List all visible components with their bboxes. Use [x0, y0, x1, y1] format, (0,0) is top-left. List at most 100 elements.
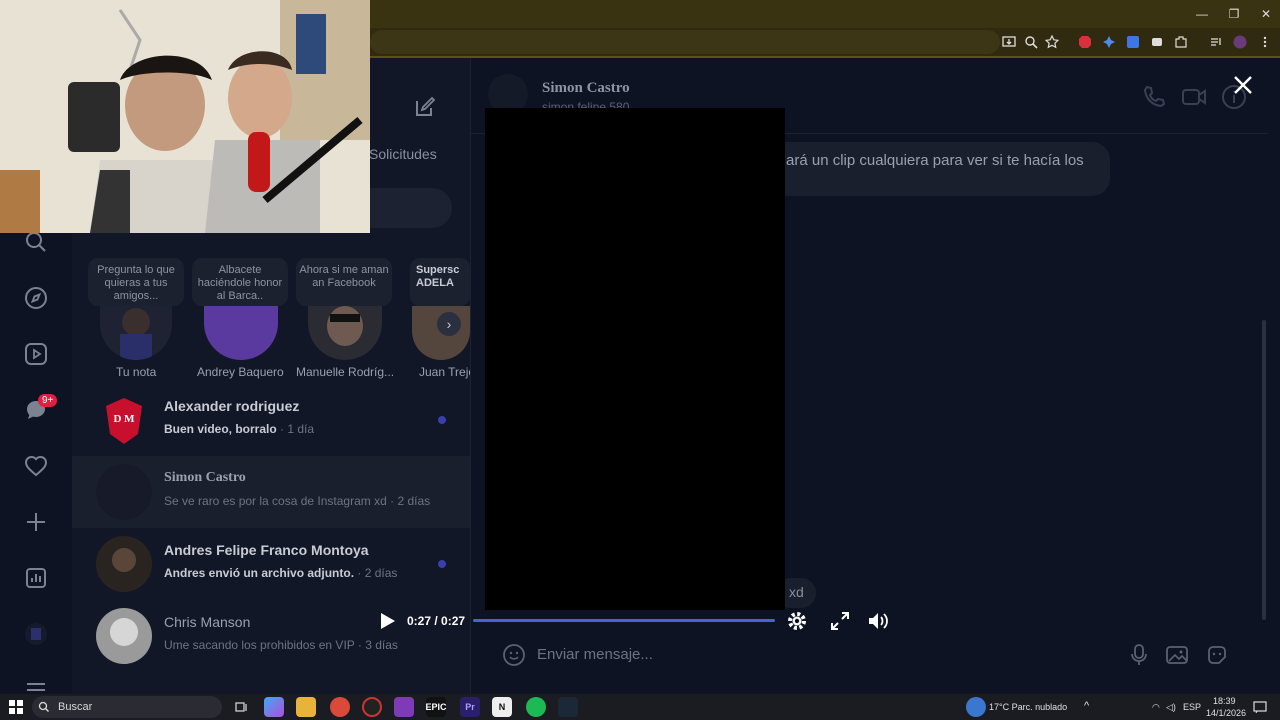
extensions-puzzle-icon[interactable] [1172, 33, 1190, 51]
dashboard-chart-icon[interactable] [22, 564, 50, 592]
notion-icon[interactable]: N [492, 697, 512, 717]
chrome-icon[interactable] [330, 697, 350, 717]
volume-icon[interactable] [867, 610, 889, 632]
sticker-icon[interactable] [1205, 643, 1229, 667]
message-text: ará un clip cualquiera para ver si te ha… [786, 152, 1084, 169]
chat-header-name[interactable]: Simon Castro [542, 80, 630, 97]
chat-scrollbar[interactable] [1262, 320, 1266, 620]
conversation-row[interactable]: Andres Felipe Franco Montoya Andres envi… [72, 528, 470, 600]
note-bubble-1[interactable]: Albacete haciéndole honor al Barca.. [192, 258, 288, 306]
screen: — ❐ ✕ 9+ Solicitudes Pregunta lo que qui… [0, 0, 1280, 720]
zoom-icon[interactable] [1022, 33, 1040, 51]
profile-avatar[interactable] [1231, 33, 1249, 51]
notes-next-button[interactable]: › [437, 312, 461, 336]
webcam-overlay [0, 0, 370, 233]
extension-icon-2[interactable] [1148, 33, 1166, 51]
close-viewer-button[interactable] [1230, 72, 1256, 98]
conversation-name: Simon Castro [164, 470, 246, 485]
requests-tab[interactable]: Solicitudes [369, 146, 437, 162]
more-menu-icon[interactable] [22, 676, 50, 694]
create-plus-icon[interactable] [22, 508, 50, 536]
preview-text: Ume sacando los prohibidos en VIP [164, 638, 355, 652]
install-icon[interactable] [1000, 33, 1018, 51]
minimize-button[interactable]: — [1186, 0, 1218, 28]
task-view-icon[interactable] [232, 697, 252, 717]
note-bubble-3[interactable]: Supersc ADELA [410, 258, 470, 306]
weather-icon[interactable] [966, 697, 986, 717]
media-control-icon[interactable] [1207, 33, 1225, 51]
spotify-icon[interactable] [526, 697, 546, 717]
emoji-icon[interactable] [502, 643, 526, 667]
messages-unread-badge: 9+ [38, 394, 58, 407]
conversation-name: Chris Manson [164, 614, 251, 630]
bookmark-star-icon[interactable] [1043, 33, 1061, 51]
tray-chevron-icon[interactable]: ^ [1084, 700, 1089, 712]
notifications-icon[interactable] [1250, 697, 1270, 717]
fullscreen-icon[interactable] [829, 610, 851, 632]
volume-tray-icon[interactable]: ◁) [1166, 702, 1176, 713]
app-icon[interactable] [362, 697, 382, 717]
preview-time: · 2 días [390, 494, 431, 508]
browser-menu-icon[interactable] [1256, 33, 1274, 51]
reels-icon[interactable] [22, 340, 50, 368]
preview-text: Andres envió un archivo adjunto. [164, 566, 355, 580]
windows-start-icon[interactable] [6, 697, 26, 717]
svg-text:D M: D M [113, 413, 135, 425]
message-text-xd: xd [789, 584, 804, 600]
conversation-row[interactable]: Chris Manson Ume sacando los prohibidos … [72, 600, 470, 672]
preview-time: · 3 días [357, 638, 398, 652]
translate-extension-icon[interactable] [1124, 33, 1142, 51]
address-bar[interactable] [370, 30, 1000, 54]
avatar [96, 464, 152, 520]
wifi-icon[interactable]: ◠ [1152, 702, 1160, 713]
search-icon [36, 699, 52, 715]
close-window-button[interactable]: ✕ [1250, 0, 1280, 28]
voice-call-icon[interactable] [1141, 84, 1167, 110]
conversation-row-active[interactable]: Simon Castro Se ve raro es por la cosa d… [72, 456, 470, 528]
restore-button[interactable]: ❐ [1218, 0, 1250, 28]
compose-icon[interactable] [414, 96, 436, 118]
file-explorer-icon[interactable] [296, 697, 316, 717]
adblock-extension-icon[interactable] [1076, 33, 1094, 51]
notifications-heart-icon[interactable] [22, 452, 50, 480]
premiere-icon[interactable]: Pr [460, 697, 480, 717]
conversation-row[interactable]: D M Alexander rodriguez Buen video, borr… [72, 384, 470, 456]
conversation-preview: Buen video, borralo · 1 día [164, 422, 314, 436]
tray-icons[interactable] [1104, 697, 1152, 717]
video-player[interactable] [485, 108, 785, 610]
weather-text[interactable]: 17°C Parc. nublado [989, 702, 1067, 712]
avatar [96, 536, 152, 592]
discord-icon[interactable] [394, 697, 414, 717]
note-bubble-0[interactable]: Pregunta lo que quieras a tus amigos... [88, 258, 184, 306]
message-input[interactable]: Enviar mensaje... [537, 646, 653, 663]
message-bubble[interactable] [760, 142, 1110, 196]
note-bubble-2[interactable]: Ahora si me aman an Facebook [296, 258, 392, 306]
epic-games-icon[interactable]: EPIC [426, 697, 447, 717]
language-indicator[interactable]: ESP [1183, 702, 1201, 712]
explore-compass-icon[interactable] [22, 284, 50, 312]
conversation-preview: Ume sacando los prohibidos en VIP · 3 dí… [164, 638, 398, 652]
video-time: 0:27 / 0:27 [407, 614, 466, 628]
conversation-preview: Andres envió un archivo adjunto. · 2 día… [164, 566, 397, 580]
conversation-name: Andres Felipe Franco Montoya [164, 542, 369, 558]
avatar [96, 608, 152, 664]
preview-time: · 1 día [280, 422, 315, 436]
extension-icon[interactable] [1100, 33, 1118, 51]
microphone-icon[interactable] [1127, 643, 1151, 667]
unread-dot [438, 416, 446, 424]
steam-icon[interactable] [558, 697, 578, 717]
video-progress-bar[interactable] [473, 619, 775, 622]
note-name-0: Tu nota [116, 365, 157, 379]
play-icon[interactable] [376, 610, 398, 632]
unread-dot [438, 560, 446, 568]
copilot-icon[interactable] [264, 697, 284, 717]
preview-text: Buen video, borralo [164, 422, 277, 436]
image-icon[interactable] [1165, 643, 1189, 667]
profile-avatar-rail[interactable] [22, 620, 50, 648]
clock-time[interactable]: 18:39 [1213, 696, 1236, 706]
settings-gear-icon[interactable] [786, 610, 808, 632]
conversation-preview: Se ve raro es por la cosa de Instagram x… [164, 494, 430, 508]
note-name-2: Manuelle Rodríg... [296, 365, 395, 379]
video-call-icon[interactable] [1181, 84, 1207, 110]
clock-date[interactable]: 14/1/2026 [1206, 708, 1246, 718]
